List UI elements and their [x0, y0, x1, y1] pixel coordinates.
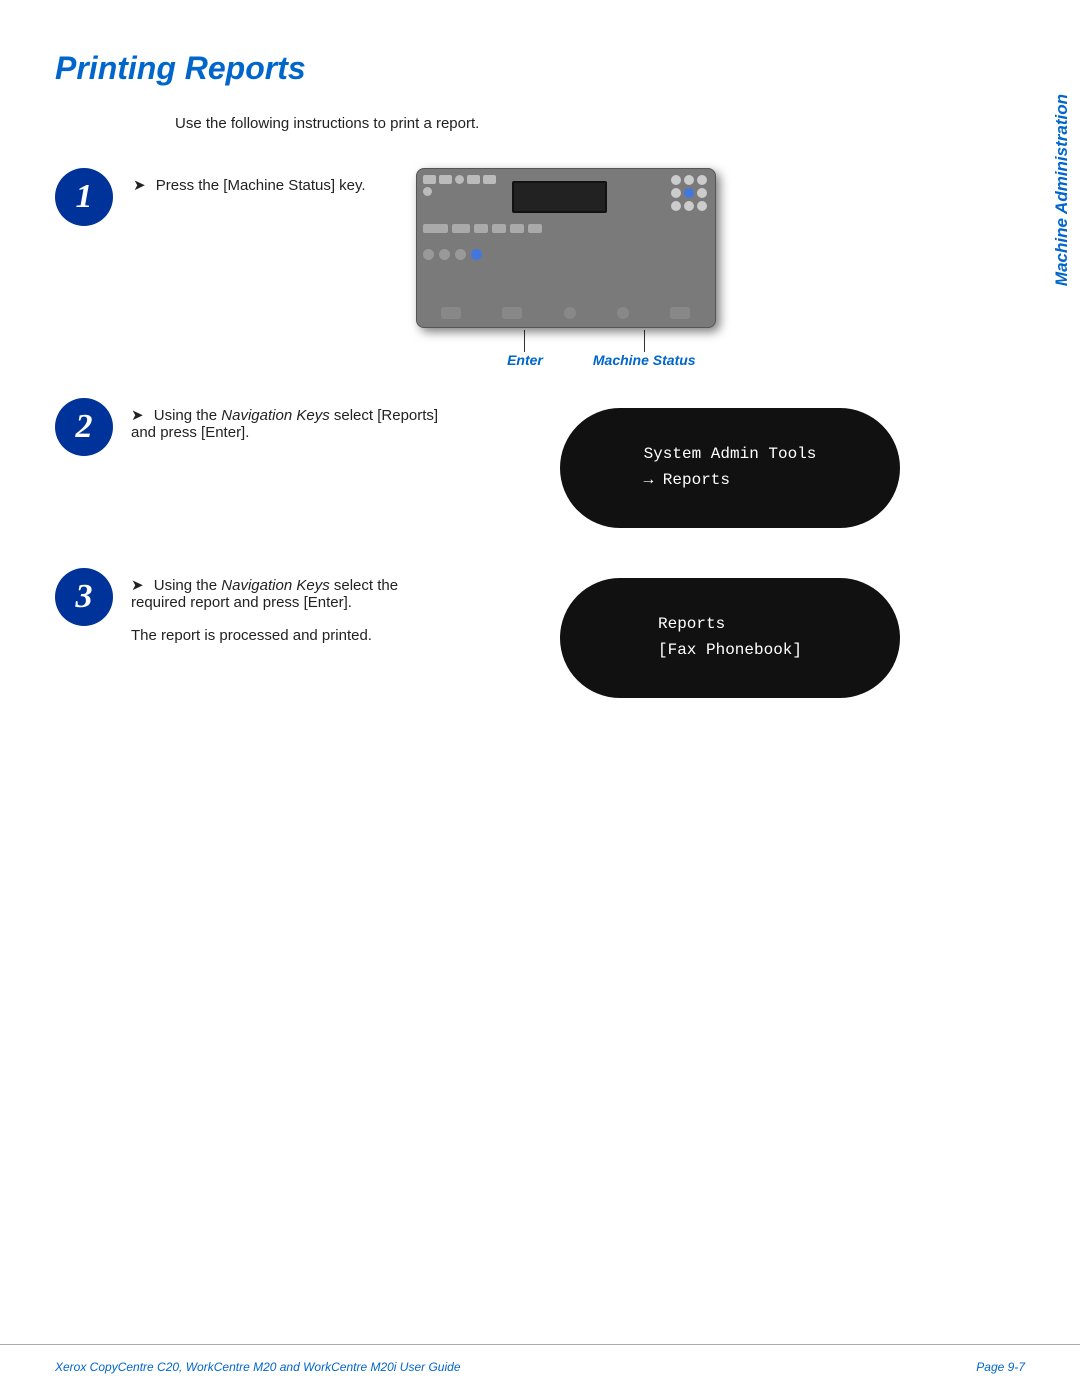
machine-btn	[441, 307, 461, 319]
machine-btn	[423, 175, 436, 184]
arrow-bullet-3: ➤	[131, 576, 144, 594]
step-3-oval-display: Reports [Fax Phonebook]	[560, 578, 900, 698]
machine-btn	[564, 307, 576, 319]
step-2-display-text: System Admin Tools → Reports	[614, 442, 847, 493]
machine-btn	[670, 307, 690, 319]
machine-btn	[483, 175, 496, 184]
enter-label: Enter	[507, 352, 543, 368]
sidebar-label: Machine Administration	[1044, 60, 1080, 320]
machine-circle	[423, 249, 434, 260]
machine-circle	[455, 249, 466, 260]
intro-text: Use the following instructions to print …	[175, 115, 985, 132]
machine-circle	[439, 249, 450, 260]
machine-btn	[455, 175, 464, 184]
machine-btn	[439, 175, 452, 184]
machine-btn	[528, 224, 542, 233]
step-3-circle: 3	[55, 568, 113, 626]
machine-right-keys	[671, 175, 707, 211]
machine-status-label: Machine Status	[593, 352, 696, 368]
machine-status-line	[644, 330, 645, 352]
enter-pointer: Enter	[507, 330, 543, 368]
machine-btn	[474, 224, 488, 233]
machine-pointer-lines: Enter Machine Status	[416, 330, 716, 368]
machine-btn	[423, 224, 448, 233]
machine-circle-blue	[471, 249, 482, 260]
machine-btn	[502, 307, 522, 319]
main-content: Printing Reports Use the following instr…	[55, 0, 1025, 698]
step-1-text: ➤ Press the [Machine Status] key.	[133, 168, 366, 200]
arrow-bullet-1: ➤	[133, 176, 146, 194]
machine-btn	[467, 175, 480, 184]
step-1-instruction: ➤ Press the [Machine Status] key.	[133, 176, 366, 194]
step-3-display-text: Reports [Fax Phonebook]	[628, 612, 832, 663]
machine-annotation: Enter Machine Status	[416, 168, 716, 368]
machine-key	[697, 188, 707, 198]
page-footer: Xerox CopyCentre C20, WorkCentre M20 and…	[0, 1344, 1080, 1388]
machine-screen	[512, 181, 607, 213]
step-3-left: 3 ➤ Using the Navigation Keys select the…	[55, 568, 455, 644]
machine-btn	[510, 224, 524, 233]
machine-key	[697, 175, 707, 185]
xerox-machine-image	[416, 168, 716, 328]
step-3-sub-text: The report is processed and printed.	[131, 627, 455, 644]
step-2-circle: 2	[55, 398, 113, 456]
step-3-section: 3 ➤ Using the Navigation Keys select the…	[55, 568, 985, 698]
step-2-right: System Admin Tools → Reports	[475, 398, 985, 528]
enter-line	[524, 330, 525, 352]
step-1-circle: 1	[55, 168, 113, 226]
step-2-oval-display: System Admin Tools → Reports	[560, 408, 900, 528]
step-3-text: ➤ Using the Navigation Keys select the r…	[131, 568, 455, 644]
arrow-bullet-2: ➤	[131, 406, 144, 424]
machine-key	[671, 188, 681, 198]
machine-key-blue	[684, 188, 694, 198]
step-2-section: 2 ➤ Using the Navigation Keys select [Re…	[55, 398, 985, 528]
machine-status-pointer: Machine Status	[593, 330, 696, 368]
step-1-section: 1 ➤ Press the [Machine Status] key.	[55, 168, 985, 368]
machine-btn	[617, 307, 629, 319]
machine-lower-circles	[423, 249, 482, 260]
page-title: Printing Reports	[55, 50, 985, 87]
machine-key	[684, 175, 694, 185]
machine-btn	[492, 224, 506, 233]
machine-key	[697, 201, 707, 211]
pointer-line-right	[666, 167, 667, 327]
step-2-left: 2 ➤ Using the Navigation Keys select [Re…	[55, 398, 455, 456]
machine-top-buttons	[423, 175, 503, 196]
step-1-left: 1 ➤ Press the [Machine Status] key.	[55, 168, 366, 226]
step-3-right: Reports [Fax Phonebook]	[475, 568, 985, 698]
machine-btn	[423, 187, 432, 196]
footer-left-text: Xerox CopyCentre C20, WorkCentre M20 and…	[55, 1360, 461, 1374]
step-2-instruction: ➤ Using the Navigation Keys select [Repo…	[131, 406, 455, 441]
step-1-right: Enter Machine Status	[386, 168, 985, 368]
machine-key	[684, 201, 694, 211]
step-3-instruction: ➤ Using the Navigation Keys select the r…	[131, 576, 455, 611]
step-2-text: ➤ Using the Navigation Keys select [Repo…	[131, 398, 455, 447]
machine-key	[671, 175, 681, 185]
footer-page-number: Page 9-7	[976, 1360, 1025, 1374]
machine-btn	[452, 224, 470, 233]
machine-key	[671, 201, 681, 211]
